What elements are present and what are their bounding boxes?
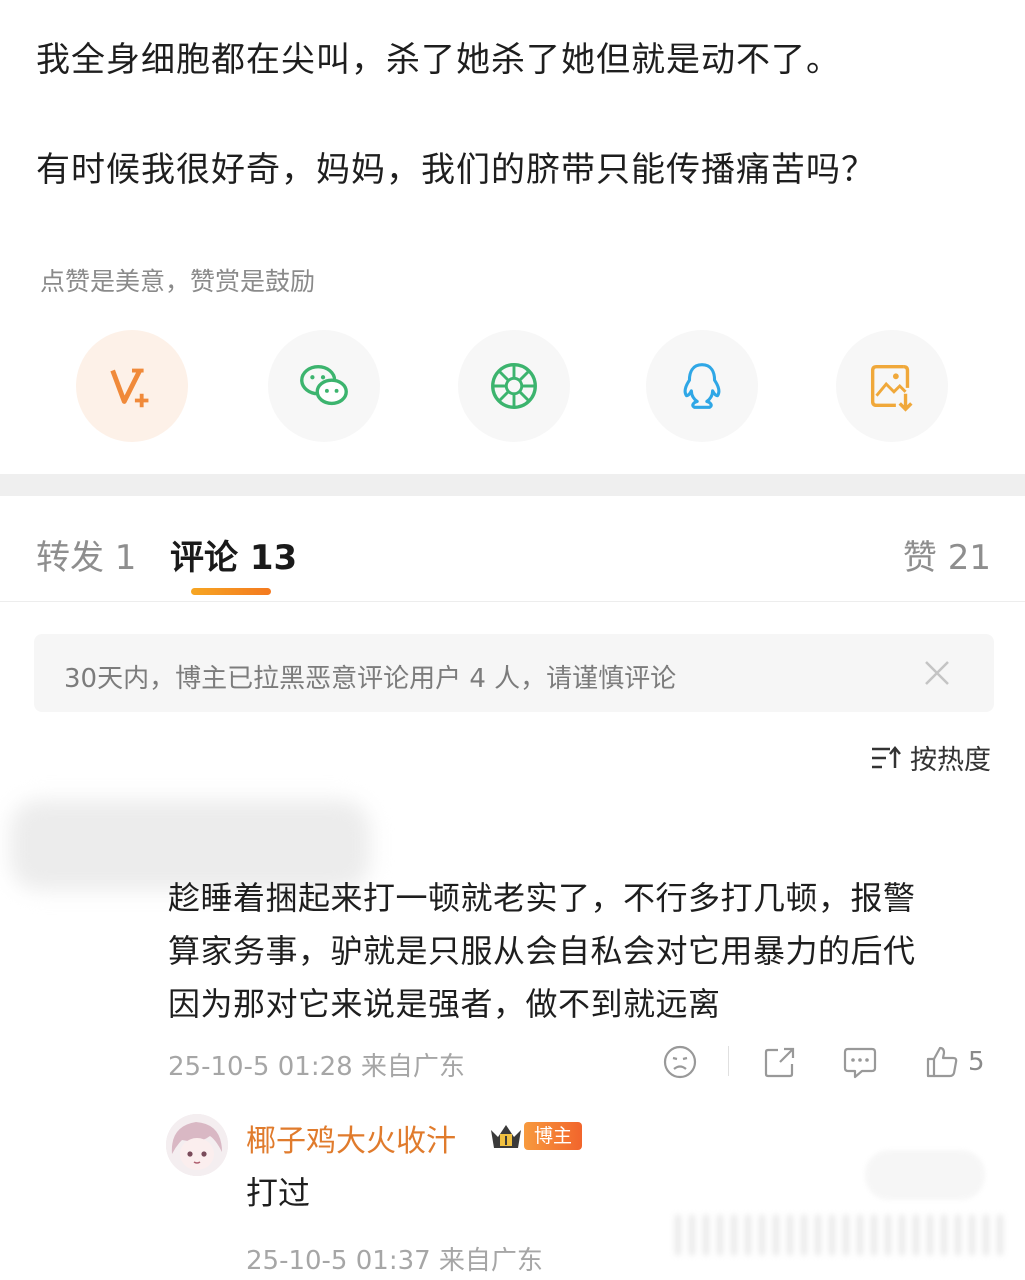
close-icon[interactable] (920, 656, 954, 690)
post-text-line: 有时候我很好奇，妈妈，我们的脐带只能传播痛苦吗？ (36, 150, 876, 190)
section-divider (0, 474, 1025, 496)
notice-banner: 30天内，博主已拉黑恶意评论用户 4 人，请谨慎评论 (34, 634, 994, 712)
reply-meta: 25-10-5 01:37 来自广东 (246, 1246, 543, 1276)
crown-icon (491, 1125, 521, 1148)
comment-line: 因为那对它来说是强者，做不到就远离 (168, 985, 721, 1023)
notice-text: 30天内，博主已拉黑恶意评论用户 4 人，请谨慎评论 (64, 664, 677, 694)
like-button[interactable]: 5 (924, 1040, 985, 1084)
repost-comment-button[interactable] (762, 1040, 798, 1084)
reply-comment-button[interactable] (842, 1040, 878, 1084)
moments-icon (491, 363, 537, 409)
sort-icon (872, 745, 901, 768)
wechat-share-button[interactable] (268, 330, 380, 442)
sort-button[interactable]: 按热度 (870, 738, 991, 777)
tab-comments[interactable]: 评论 13 (170, 530, 297, 579)
reward-hint: 点赞是美意，赞赏是鼓励 (40, 267, 316, 296)
comment-line: 趁睡着捆起来打一顿就老实了，不行多打几顿，报警 (168, 879, 916, 917)
reply-author-name[interactable]: 椰子鸡大火收汁 (246, 1116, 456, 1160)
vplus-share-button[interactable] (76, 330, 188, 442)
moments-share-button[interactable] (458, 330, 570, 442)
save-image-share-button[interactable] (836, 330, 948, 442)
dislike-button[interactable] (662, 1040, 698, 1084)
avatar[interactable] (166, 1114, 228, 1176)
qq-icon (683, 363, 721, 409)
watermark-blur (675, 1215, 1005, 1255)
wechat-icon (300, 364, 348, 406)
sort-label: 按热度 (910, 745, 991, 776)
action-divider (728, 1046, 729, 1076)
thumbs-up-icon (926, 1046, 958, 1078)
vplus-icon (110, 368, 149, 408)
interaction-tabs: 转发 1 评论 13 赞 21 (0, 496, 1025, 602)
save-image-icon (870, 364, 913, 412)
qq-share-button[interactable] (646, 330, 758, 442)
anime-avatar-icon (166, 1114, 228, 1176)
comment-line: 算家务事，驴就是只服从会自私会对它用暴力的后代 (168, 932, 916, 970)
tab-likes[interactable]: 赞 21 (903, 530, 991, 579)
post-text-line: 我全身细胞都在尖叫，杀了她杀了她但就是动不了。 (36, 40, 841, 80)
comment-body: 趁睡着捆起来打一顿就老实了，不行多打几顿，报警 算家务事，驴就是只服从会自私会对… (168, 872, 998, 1031)
share-icon (764, 1047, 795, 1078)
comment-icon (843, 1047, 877, 1079)
comment-meta: 25-10-5 01:28 来自广东 (168, 1052, 465, 1082)
like-count: 5 (968, 1047, 985, 1077)
active-tab-indicator (191, 588, 271, 595)
op-badge: 博主 (524, 1122, 583, 1150)
watermark-blur (865, 1150, 985, 1200)
tab-repost[interactable]: 转发 1 (36, 530, 136, 579)
frown-face-icon (663, 1045, 697, 1079)
share-row (0, 330, 1025, 445)
reply-text: 打过 (246, 1174, 311, 1212)
